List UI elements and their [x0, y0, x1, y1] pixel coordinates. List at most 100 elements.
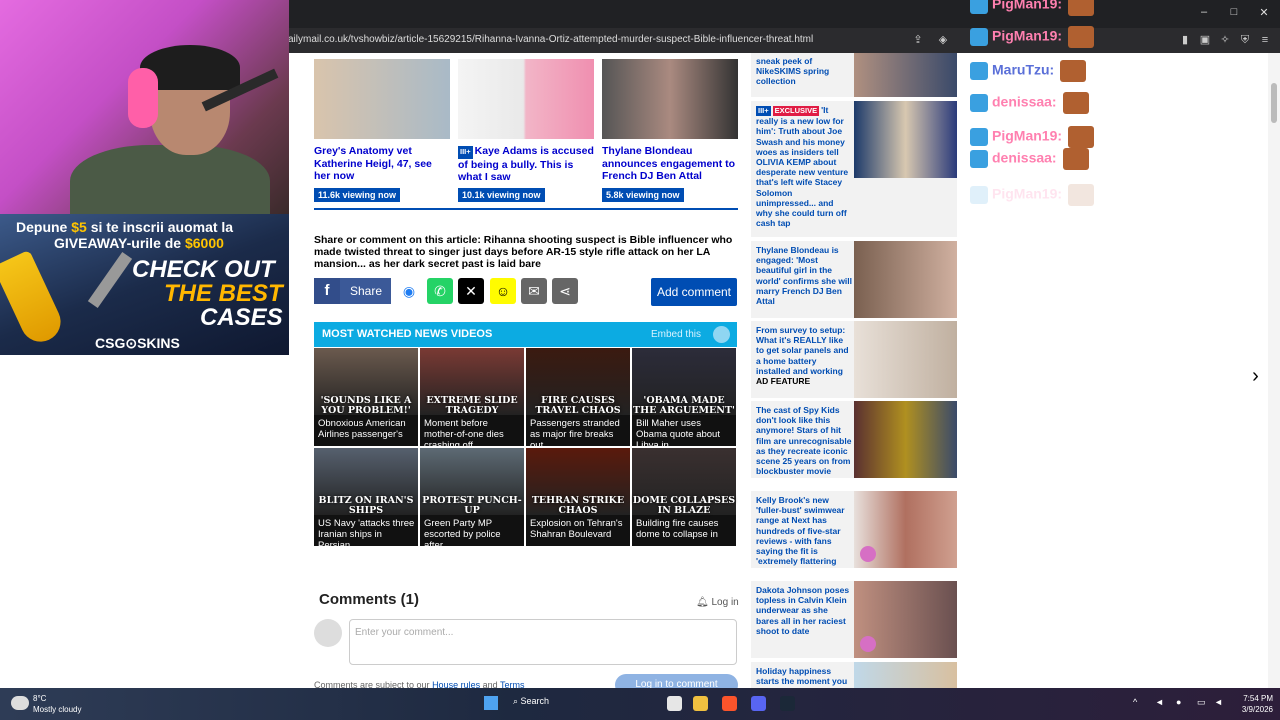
add-comment-button[interactable]: Add comment [651, 278, 737, 306]
video-caption: Building fire causes dome to collapse in [636, 518, 719, 540]
chat-message: MaruTzu: [970, 60, 1087, 82]
login-link[interactable]: 🔔︎ Log in [696, 597, 739, 608]
chat-username: denissaa: [992, 93, 1057, 110]
discord-icon[interactable] [751, 696, 766, 711]
chat-emote-icon [1068, 184, 1095, 206]
chat-emote-icon [1068, 26, 1095, 48]
sidebar-card-text: Dakota Johnson poses topless in Calvin K… [756, 585, 850, 636]
x-icon[interactable]: ✕ [458, 278, 484, 304]
video-tile[interactable]: BLITZ ON IRAN'S SHIPS US Navy 'attacks th… [314, 448, 418, 551]
video-caption: Passengers stranded as major fire breaks… [530, 418, 620, 451]
video-tile[interactable]: 'OBAMA MADE THE ARGUEMENT' Bill Maher use… [632, 348, 736, 451]
sidebar-card[interactable]: Thylane Blondeau is engaged: 'Most beaut… [751, 241, 957, 318]
video-overlay-text: BLITZ ON IRAN'S SHIPS [318, 495, 414, 516]
menu-icon[interactable]: ≡ [1258, 33, 1272, 47]
chat-message: PigMan19: [970, 184, 1095, 206]
viewing-badge: 10.1k viewing now [458, 188, 545, 202]
steam-icon[interactable] [780, 696, 795, 711]
share-title: Share or comment on this article: Rihann… [314, 234, 733, 270]
minimize-button[interactable]: – [1196, 6, 1212, 20]
close-button[interactable]: ✕ [1256, 6, 1272, 20]
sidebar-card[interactable]: The cast of Spy Kids don't look like thi… [751, 401, 957, 478]
video-caption: Obnoxious American Airlines passenger's [318, 418, 406, 440]
related-thumb-1[interactable] [314, 59, 450, 139]
volume-icon[interactable]: ◄ [1214, 697, 1224, 707]
chat-username: MaruTzu: [992, 61, 1055, 78]
embed-link[interactable]: Embed this [651, 329, 701, 340]
video-tile[interactable]: EXTREME SLIDE TRAGEDY Moment before mothe… [420, 348, 524, 451]
sidebar-card-text: sneak peek of NikeSKIMS spring collectio… [756, 56, 830, 87]
weather-icon[interactable] [11, 696, 29, 710]
video-overlay-text: DOME COLLAPSES IN BLAZE [632, 495, 736, 516]
chat-badge-icon [970, 186, 988, 204]
maximize-button[interactable]: □ [1226, 6, 1242, 20]
share-page-icon[interactable]: ⇪ [911, 33, 925, 47]
scrollbar-thumb[interactable] [1271, 83, 1277, 123]
task-view-icon[interactable] [667, 696, 682, 711]
related-caption-2[interactable]: III+ Kaye Adams is accused of being a bul… [458, 145, 594, 184]
snapchat-icon[interactable]: ☺ [490, 278, 516, 304]
chat-username: PigMan19: [992, 127, 1063, 144]
page-scrollbar[interactable] [1268, 53, 1280, 688]
video-caption: Explosion on Tehran's Shahran Boulevard [530, 518, 623, 540]
embed-icon[interactable] [713, 326, 730, 343]
video-tile[interactable]: DOME COLLAPSES IN BLAZE Building fire cau… [632, 448, 736, 546]
comment-input[interactable]: Enter your comment... [349, 619, 737, 665]
system-clock[interactable]: 7:54 PM 3/9/2026 [1233, 693, 1273, 715]
related-caption-1[interactable]: Grey's Anatomy vet Katherine Heigl, 47, … [314, 145, 450, 183]
videos-header: MOST WATCHED NEWS VIDEOS Embed this [314, 322, 737, 347]
sidebar-card-text: Holiday happiness starts the moment you [756, 666, 848, 687]
chevron-right-icon[interactable]: › [1243, 333, 1268, 419]
video-overlay-text: FIRE CAUSES TRAVEL CHAOS [535, 395, 621, 416]
url-text[interactable]: ailymail.co.uk/tvshowbiz/article-1562921… [288, 34, 813, 45]
related-caption-3[interactable]: Thylane Blondeau announces engagement to… [602, 145, 738, 183]
vpn-icon[interactable]: ⛨ [1238, 33, 1252, 47]
email-icon[interactable]: ✉ [521, 278, 547, 304]
chevron-up-icon[interactable]: ^ [1133, 697, 1143, 707]
video-caption: Moment before mother-of-one dies crashin… [424, 418, 504, 451]
viewing-badge: 11.6k viewing now [314, 188, 401, 202]
sidebar-card-image [854, 491, 957, 568]
video-tile[interactable]: PROTEST PUNCH-UP Green Party MP escorted … [420, 448, 524, 551]
play-icon[interactable] [860, 636, 876, 652]
file-explorer-icon[interactable] [693, 696, 708, 711]
sidebar-card-text: From survey to setup: What it's REALLY l… [756, 325, 849, 387]
sidebar-card-text: Thylane Blondeau is engaged: 'Most beaut… [756, 245, 853, 307]
facebook-share-button[interactable]: f Share [314, 278, 391, 304]
ai-icon[interactable]: ✧ [1218, 33, 1232, 47]
windows-start-icon[interactable] [484, 696, 498, 710]
wallet-icon[interactable]: ▣ [1198, 33, 1212, 47]
sidebar-card-image [854, 53, 957, 97]
promo-banner: Depune $5 si te inscrii auomat la GIVEAW… [0, 214, 289, 355]
video-tile[interactable]: FIRE CAUSES TRAVEL CHAOS Passengers stran… [526, 348, 630, 451]
video-tile[interactable]: 'SOUNDS LIKE A YOU PROBLEM!' Obnoxious Am… [314, 348, 418, 446]
chat-message: PigMan19: [970, 0, 1095, 16]
sidebar-card[interactable]: Holiday happiness starts the moment you [751, 662, 957, 688]
video-tile[interactable]: TEHRAN STRIKE CHAOS Explosion on Tehran's… [526, 448, 630, 546]
sidebar-card[interactable]: III+ EXCLUSIVE 'It really is a new low for… [751, 101, 957, 237]
sidebar-card[interactable]: sneak peek of NikeSKIMS spring collectio… [751, 53, 957, 97]
play-icon[interactable] [860, 546, 876, 562]
taskbar-search[interactable]: ⌕ Search [513, 696, 549, 707]
more-share-icon[interactable]: ⋖ [552, 278, 578, 304]
brave-browser-icon[interactable] [722, 696, 737, 711]
mic-icon[interactable]: ● [1176, 697, 1186, 707]
sidebar-card-text: III+ EXCLUSIVE 'It really is a new low for… [756, 105, 849, 229]
sidebar-icon[interactable]: ▮ [1178, 33, 1192, 47]
sidebar-card[interactable]: Kelly Brook's new 'fuller-bust' swimwear… [751, 491, 957, 568]
brave-shield-icon[interactable]: ◈ [936, 33, 950, 47]
chat-badge-icon [970, 128, 988, 146]
sidebar-card[interactable]: From survey to setup: What it's REALLY l… [751, 321, 957, 398]
related-thumb-2[interactable] [458, 59, 594, 139]
video-caption: Bill Maher uses Obama quote about Libya … [636, 418, 720, 451]
chat-message: denissaa: [970, 92, 1089, 114]
display-icon[interactable]: ▭ [1197, 697, 1207, 707]
sidebar-card-text: The cast of Spy Kids don't look like thi… [756, 405, 852, 477]
speaker-icon[interactable]: ◄ [1155, 697, 1165, 707]
ad-feature-label: AD FEATURE [756, 376, 811, 387]
whatsapp-icon[interactable]: ✆ [427, 278, 453, 304]
sidebar-card[interactable]: Dakota Johnson poses topless in Calvin K… [751, 581, 957, 658]
messenger-icon[interactable]: ◉ [396, 278, 422, 304]
weather-widget[interactable]: 8°C Mostly cloudy [33, 693, 81, 715]
related-thumb-3[interactable] [602, 59, 738, 139]
